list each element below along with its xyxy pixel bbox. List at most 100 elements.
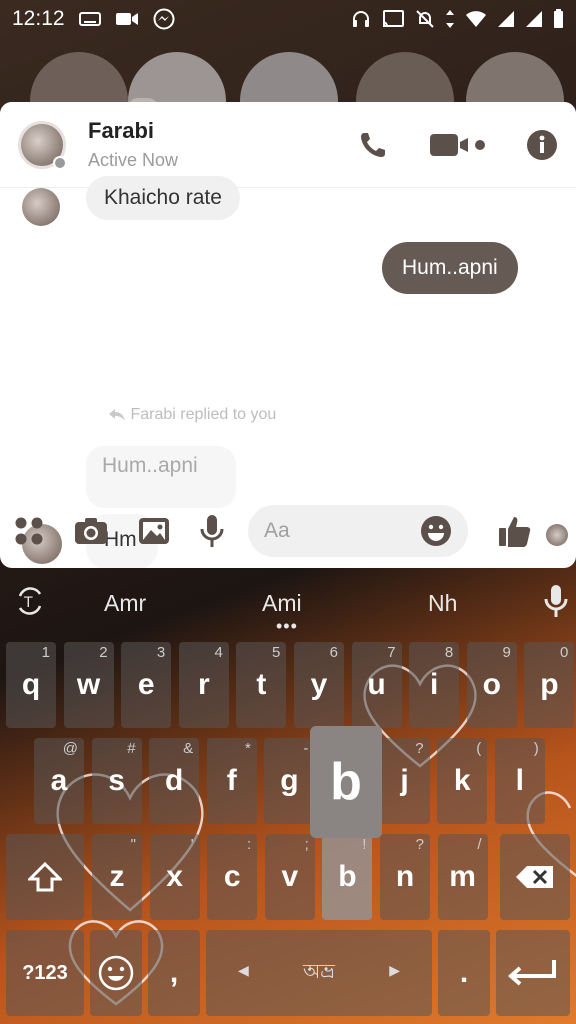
- key-hint: ': [190, 836, 194, 853]
- key-i[interactable]: 8i: [409, 642, 460, 728]
- incoming-message[interactable]: Khaicho rate: [86, 176, 240, 220]
- emoji-icon: [98, 955, 134, 991]
- key-label: b: [338, 860, 357, 893]
- apps-icon[interactable]: [14, 516, 44, 546]
- signal-icon: [498, 11, 514, 27]
- key-q[interactable]: 1q: [6, 642, 56, 728]
- key-preview-popup: b: [310, 726, 382, 838]
- phone-icon[interactable]: [358, 130, 388, 160]
- key-l[interactable]: ) l: [494, 738, 545, 824]
- headphones-icon: [353, 11, 369, 27]
- thumbs-up-icon[interactable]: [498, 514, 532, 548]
- suggestion-2[interactable]: Ami: [262, 590, 302, 617]
- info-icon[interactable]: [526, 129, 558, 161]
- suggestion-3[interactable]: Nh: [428, 590, 457, 617]
- camera-icon[interactable]: [74, 517, 108, 545]
- key-s[interactable]: # s: [91, 738, 142, 824]
- key-hint: 3: [156, 644, 166, 661]
- key-w[interactable]: 2w: [63, 642, 114, 728]
- key-r[interactable]: 4r: [178, 642, 229, 728]
- key-b[interactable]: ! b: [322, 834, 373, 920]
- key-hint: 5: [272, 644, 281, 661]
- key-c[interactable]: :c: [207, 834, 258, 920]
- enter-icon: [508, 960, 556, 986]
- image-icon[interactable]: [138, 517, 170, 545]
- key-label: d: [165, 764, 184, 797]
- space-key[interactable]: ◀ অভ্র ▶: [206, 930, 432, 1016]
- outgoing-message[interactable]: Hum..apni: [382, 242, 518, 294]
- key-p[interactable]: 0p: [524, 642, 575, 728]
- reply-note-text: Farabi replied to you: [130, 406, 277, 423]
- key-label: w: [76, 668, 101, 701]
- key-x[interactable]: ' x: [149, 834, 200, 920]
- message-placeholder: Aa: [264, 519, 290, 542]
- key-hint: ?: [415, 740, 424, 757]
- key-v[interactable]: ; v: [264, 834, 315, 920]
- key-hint: ?: [415, 836, 424, 853]
- shift-key[interactable]: [6, 834, 84, 920]
- message-input[interactable]: Aa: [248, 505, 468, 557]
- video-camera-icon: [115, 13, 138, 25]
- suggestion-1[interactable]: Amr: [104, 590, 146, 617]
- key-hint: #: [127, 740, 136, 757]
- key-hint: &: [183, 740, 194, 757]
- key-label: e: [137, 668, 155, 701]
- key-a[interactable]: @ a: [34, 738, 84, 824]
- emoji-icon[interactable]: [420, 515, 452, 547]
- key-d[interactable]: & d: [149, 738, 200, 824]
- bell-off-icon: [416, 10, 434, 28]
- emoji-key[interactable]: [90, 930, 142, 1016]
- key-hint: 2: [99, 644, 108, 661]
- key-label: x: [166, 860, 183, 893]
- key-e[interactable]: 3e: [121, 642, 172, 728]
- enter-key[interactable]: [496, 930, 570, 1016]
- key-hint: 0: [560, 644, 569, 661]
- key-label: k: [453, 764, 471, 797]
- suggestion-strip: T Amr Ami ••• Nh: [0, 570, 576, 636]
- key-hint: 8: [444, 644, 454, 661]
- key-f[interactable]: * f: [206, 738, 257, 824]
- microphone-icon[interactable]: [544, 584, 568, 618]
- key-n[interactable]: ? n: [380, 834, 430, 920]
- key-label: l: [515, 764, 524, 797]
- more-suggestions-dots[interactable]: •••: [276, 616, 298, 637]
- sender-avatar: [22, 188, 60, 226]
- comma-key[interactable]: ,: [148, 930, 200, 1016]
- svg-text:T: T: [23, 595, 33, 611]
- backspace-key[interactable]: [500, 834, 570, 920]
- period-key[interactable]: .: [438, 930, 490, 1016]
- key-k[interactable]: (k: [437, 738, 488, 824]
- microphone-icon[interactable]: [200, 514, 224, 548]
- contact-name[interactable]: Farabi: [88, 118, 178, 144]
- cursor-right-icon: ▶: [389, 962, 400, 978]
- key-hint: 4: [214, 644, 223, 661]
- keyboard: T Amr Ami ••• Nh ?123 , ◀ অভ্র ▶ . 1q2w3…: [0, 570, 576, 1024]
- clock: 12:12: [12, 7, 65, 30]
- key-label: u: [367, 668, 386, 701]
- key-u[interactable]: 7u: [351, 642, 402, 728]
- key-z[interactable]: " z: [92, 834, 142, 920]
- cast-icon: [382, 10, 404, 27]
- key-j[interactable]: ? j: [379, 738, 430, 824]
- reply-icon: [109, 408, 125, 421]
- cursor-left-icon: ◀: [238, 962, 249, 978]
- key-label: m: [449, 860, 476, 893]
- key-y[interactable]: 6y: [294, 642, 344, 728]
- status-bar: 12:12: [0, 0, 576, 38]
- backspace-icon: [516, 866, 553, 888]
- transliterate-icon[interactable]: T: [16, 586, 44, 616]
- key-hint: 6: [329, 644, 338, 661]
- video-camera-icon[interactable]: [428, 132, 486, 158]
- key-label: s: [108, 764, 125, 797]
- key-t[interactable]: 5t: [236, 642, 287, 728]
- data-arrows-icon: [446, 10, 454, 28]
- key-m[interactable]: / m: [437, 834, 488, 920]
- active-status: Active Now: [88, 150, 179, 170]
- key-label: j: [400, 764, 409, 797]
- key-o[interactable]: 9o: [466, 642, 517, 728]
- avatar[interactable]: [18, 120, 67, 170]
- symbols-key[interactable]: ?123: [6, 930, 84, 1016]
- key-hint: @: [62, 740, 78, 757]
- key-label: v: [281, 860, 299, 893]
- key-g[interactable]: -g: [264, 738, 315, 824]
